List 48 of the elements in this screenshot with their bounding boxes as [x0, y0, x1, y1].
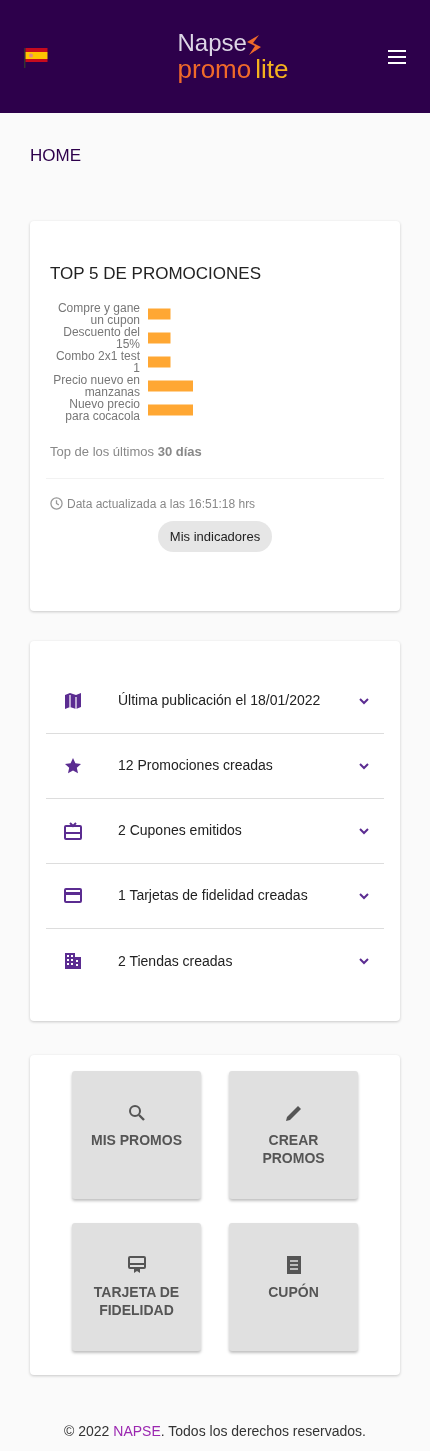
summary-row[interactable]: 2 Tiendas creadas [46, 928, 384, 994]
card-icon [64, 886, 82, 905]
bar-label: Precio nuevo en manzanas [52, 374, 140, 398]
clock-icon [50, 497, 63, 510]
bar [148, 380, 193, 392]
map-icon [64, 691, 82, 710]
action-tile[interactable]: TARJETA DE FIDELIDAD [72, 1222, 201, 1351]
summary-label: 2 Tiendas creadas [118, 951, 234, 971]
logo-text: Napse [177, 30, 247, 55]
loyalty-icon [126, 1254, 147, 1275]
period-text: Top de los últimos 30 días [50, 443, 203, 461]
updated-text: Data actualizada a las 16:51:18 hrs [67, 495, 256, 513]
chevron-icon[interactable] [358, 825, 370, 836]
copyright-text: © 2022 NAPSE. Todos los derechos reservados. [64, 1422, 366, 1439]
page-title: HOME [29, 145, 82, 167]
bar [148, 308, 171, 320]
chevron-icon[interactable] [358, 760, 370, 771]
chevron-icon[interactable] [358, 956, 370, 966]
card-title: TOP 5 DE PROMOCIONES [50, 262, 262, 285]
action-tile[interactable]: CREAR PROMOS [229, 1070, 358, 1199]
bar-label: Nuevo precio para cocacola [64, 398, 140, 422]
bar-label: Descuento del 15% [62, 326, 140, 350]
action-tile[interactable]: MIS PROMOS [72, 1070, 201, 1199]
summary-row[interactable]: 1 Tarjetas de fidelidad creadas [46, 863, 384, 929]
star-icon [64, 756, 82, 775]
spain-flag-icon[interactable] [24, 45, 48, 68]
summary-label: 12 Promociones creadas [118, 756, 274, 775]
summary-row[interactable]: 12 Promociones creadas [46, 733, 384, 799]
summary-label: 1 Tarjetas de fidelidad creadas [118, 886, 309, 905]
bar [148, 404, 193, 416]
gift-icon [64, 821, 82, 840]
bar [148, 332, 171, 344]
building-icon [64, 952, 82, 970]
action-tile[interactable]: CUPÓN [229, 1222, 358, 1351]
summary-label: Última publicación el 18/01/2022 [118, 691, 322, 710]
menu-icon[interactable] [388, 49, 406, 64]
bar [148, 356, 171, 368]
chevron-icon[interactable] [358, 695, 370, 706]
logo-text: lite [255, 54, 289, 83]
summary-label: 2 Cupones emitidos [118, 821, 243, 840]
indicators-button[interactable]: Mis indicadores [157, 520, 273, 552]
summary-row[interactable]: Última publicación el 18/01/2022 [46, 668, 384, 734]
chevron-icon[interactable] [358, 890, 370, 901]
napse-link[interactable]: NAPSE [113, 1422, 161, 1439]
bar-label: Combo 2x1 test 1 [54, 350, 140, 374]
bar-label: Compre y gane un cupon [56, 302, 140, 326]
summary-row[interactable]: 2 Cupones emitidos [46, 798, 384, 864]
search-icon [126, 1102, 147, 1123]
